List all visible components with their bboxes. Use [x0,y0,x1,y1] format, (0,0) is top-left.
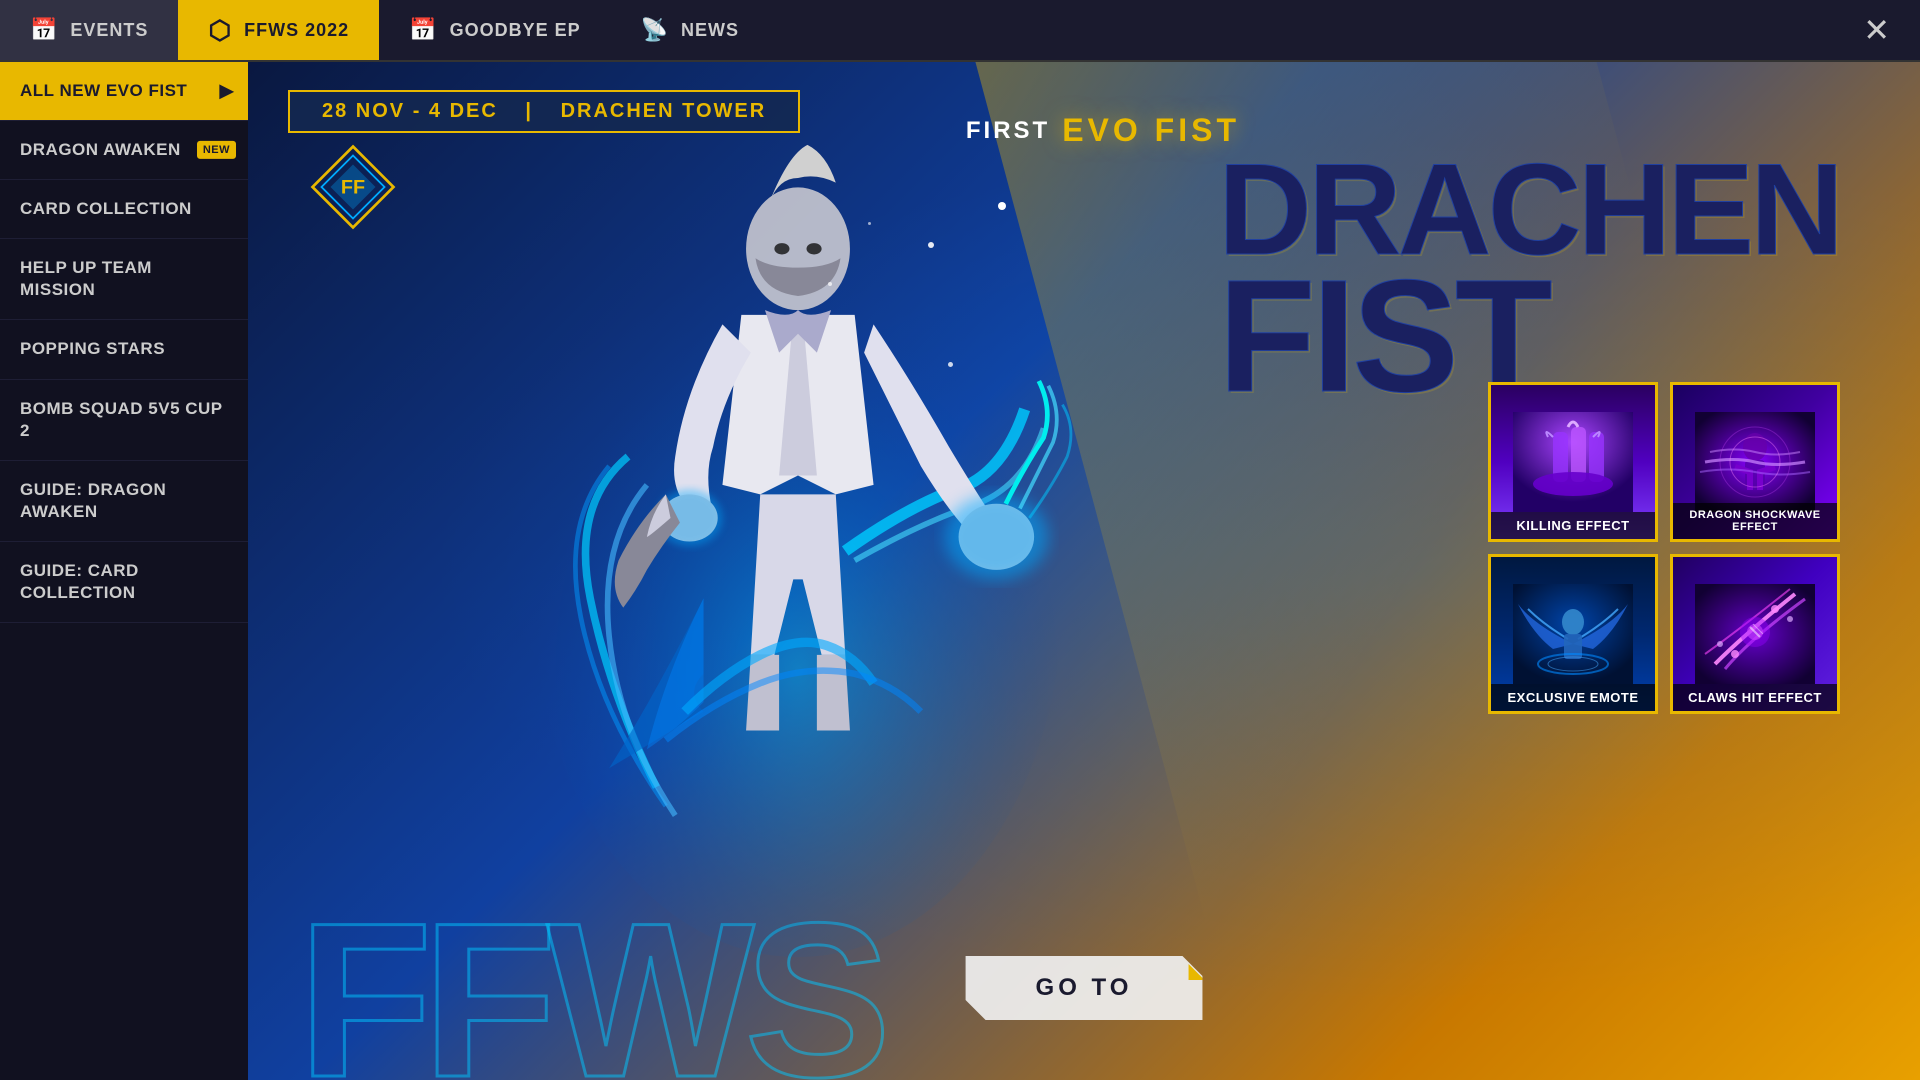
star-5 [868,222,871,225]
sidebar-label-popping: POPPING STARS [20,339,165,358]
claws-hit-label: CLAWS HIT EFFECT [1673,684,1837,711]
dragon-shockwave-label: DRAGON SHOCKWAVE EFFECT [1673,503,1837,539]
close-icon: ✕ [1863,11,1890,49]
exclusive-emote-label: EXCLUSIVE EMOTE [1491,684,1655,711]
sidebar-label-dragon: DRAGON AWAKEN [20,140,181,159]
nav-label-goodbye: GOODBYE EP [450,20,581,41]
arrow-right-icon: ▶ [220,79,234,102]
nav-item-ffws2022[interactable]: ⬡ FFWS 2022 [178,0,379,60]
event-emblem: FF [308,142,398,237]
nav-item-goodbyeep[interactable]: 📅 GOODBYE EP [379,0,610,60]
diamond-logo-icon: FF [308,142,398,232]
nav-label-events: EVENTS [70,20,148,41]
sidebar-item-dragon-awaken[interactable]: DRAGON AWAKEN NEW [0,121,248,180]
sidebar: ALL NEW EVO FIST ▶ DRAGON AWAKEN NEW CAR… [0,62,248,1080]
star-2 [828,282,832,286]
broadcast-icon: 📡 [641,17,669,43]
date-range: 28 NOV - 4 DEC [322,100,498,122]
sidebar-item-help-up-team[interactable]: HELP UP TEAM MISSION [0,239,248,320]
calendar-icon: 📅 [30,17,58,43]
subtitle-first: FIRST [966,117,1050,145]
main-title: DRACHEN FIST [1218,152,1840,407]
subtitle-area: FIRST EVO FIST [966,112,1240,149]
close-button[interactable]: ✕ [1833,0,1920,60]
svg-text:FF: FF [341,176,365,198]
date-banner: 28 NOV - 4 DEC | DRACHEN TOWER [288,90,800,133]
goto-button[interactable]: GO TO [966,956,1203,1020]
sidebar-item-popping-stars[interactable]: POPPING STARS [0,320,248,379]
item-card-claws-hit[interactable]: CLAWS HIT EFFECT [1670,554,1840,714]
character-svg [498,126,1098,976]
location-text: DRACHEN TOWER [561,100,767,122]
item-card-exclusive-emote[interactable]: EXCLUSIVE EMOTE [1488,554,1658,714]
sidebar-label-card: CARD COLLECTION [20,199,192,218]
item-card-dragon-shockwave[interactable]: DRAGON SHOCKWAVE EFFECT [1670,382,1840,542]
sidebar-item-all-new-evo-fist[interactable]: ALL NEW EVO FIST ▶ [0,62,248,121]
nav-item-events[interactable]: 📅 EVENTS [0,0,178,60]
calendar2-icon: 📅 [409,17,437,43]
top-navigation: 📅 EVENTS ⬡ FFWS 2022 📅 GOODBYE EP 📡 NEWS… [0,0,1920,62]
sidebar-item-guide-dragon[interactable]: GUIDE: DRAGON AWAKEN [0,461,248,542]
sidebar-label-help: HELP UP TEAM MISSION [20,258,152,299]
date-separator: | [525,100,533,122]
star-1 [928,242,934,248]
ffws-icon: ⬡ [208,15,232,46]
new-badge: NEW [197,141,236,159]
sidebar-item-guide-card[interactable]: GUIDE: CARD COLLECTION [0,542,248,623]
sidebar-item-card-collection[interactable]: CARD COLLECTION [0,180,248,239]
sidebar-label-all-new: ALL NEW EVO FIST [20,81,187,100]
nav-item-news[interactable]: 📡 NEWS [611,0,769,60]
sidebar-label-bomb: BOMB SQUAD 5V5 CUP 2 [20,399,222,440]
sidebar-item-bomb-squad[interactable]: BOMB SQUAD 5V5 CUP 2 [0,380,248,461]
killing-effect-label: KILLING EFFECT [1491,512,1655,539]
item-cards-grid: KILLING EFFECT [1488,382,1840,714]
nav-label-ffws: FFWS 2022 [244,20,349,41]
sidebar-label-guide-dragon: GUIDE: DRAGON AWAKEN [20,480,166,521]
sidebar-label-guide-card: GUIDE: CARD COLLECTION [20,561,139,602]
nav-label-news: NEWS [681,20,739,41]
star-3 [998,202,1006,210]
subtitle-evo: EVO FIST [1062,112,1240,149]
main-content: 28 NOV - 4 DEC | DRACHEN TOWER FF [248,62,1920,1080]
star-4 [948,362,953,367]
character-display [448,102,1148,1000]
item-card-killing-effect[interactable]: KILLING EFFECT [1488,382,1658,542]
